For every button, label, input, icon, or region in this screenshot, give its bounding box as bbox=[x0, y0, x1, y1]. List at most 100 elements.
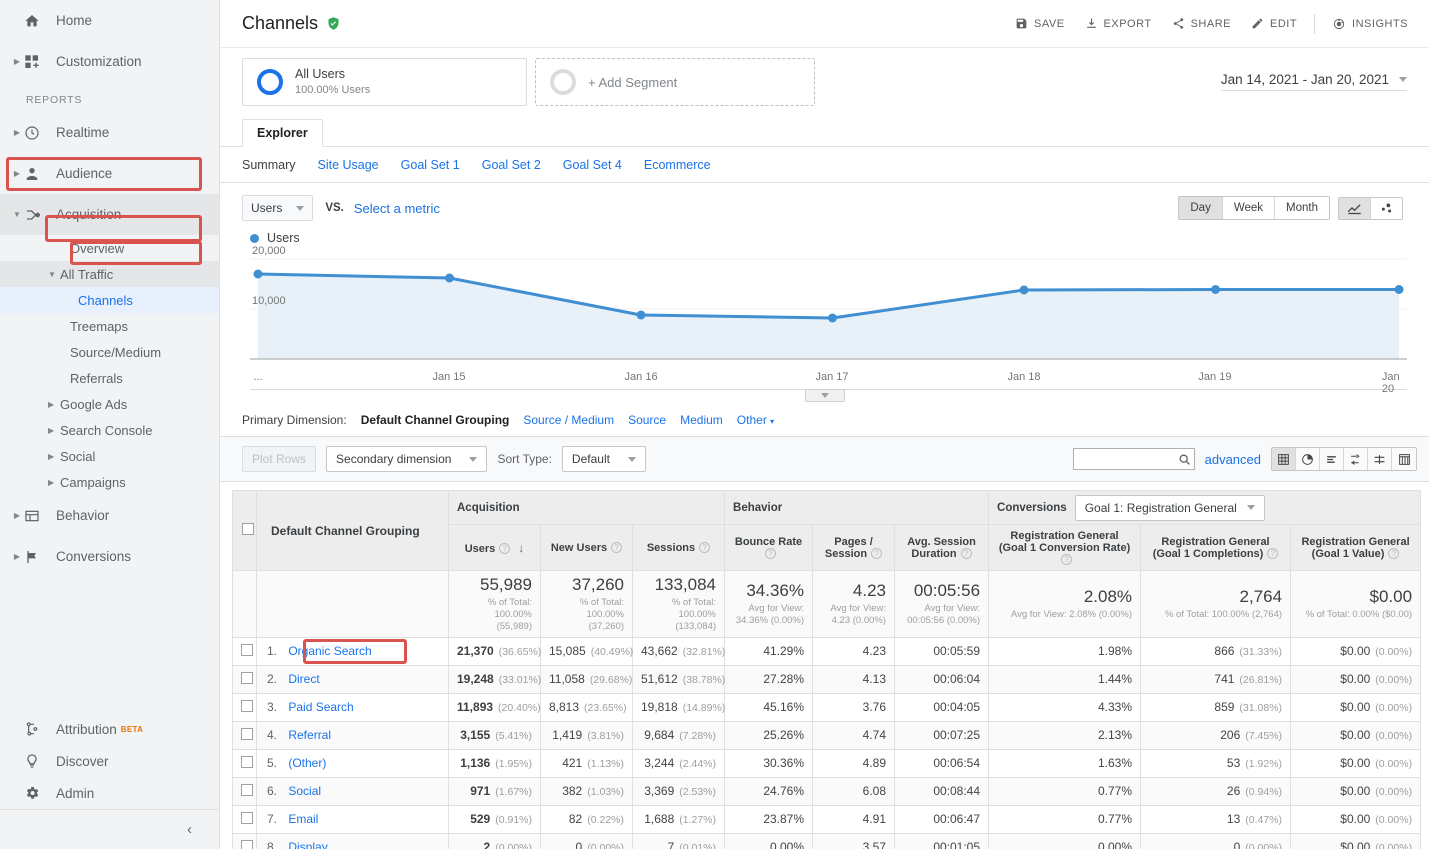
help-icon[interactable]: ? bbox=[611, 542, 623, 554]
row-checkbox[interactable] bbox=[241, 727, 253, 740]
table-row[interactable]: 4. Referral 3,155 (5.41%) 1,419 (3.81%) 9,… bbox=[232, 720, 1422, 750]
row-checkbox[interactable] bbox=[241, 643, 253, 656]
dimension-other[interactable]: Other ▾ bbox=[737, 413, 774, 427]
sidebar-item-conversions[interactable]: ▶ Conversions bbox=[0, 536, 219, 577]
channel-link-social[interactable]: Social bbox=[288, 784, 321, 798]
row-checkbox[interactable] bbox=[241, 839, 253, 849]
help-icon[interactable]: ? bbox=[765, 548, 777, 560]
add-segment-button[interactable]: + Add Segment bbox=[535, 58, 815, 106]
sidebar-item-attribution[interactable]: Attribution BETA bbox=[0, 713, 220, 745]
performance-view-icon[interactable] bbox=[1392, 448, 1416, 470]
help-icon[interactable]: ? bbox=[1061, 554, 1073, 566]
save-button[interactable]: SAVE bbox=[1006, 11, 1074, 36]
tab-site-usage[interactable]: Site Usage bbox=[317, 158, 378, 172]
help-icon[interactable]: ? bbox=[960, 548, 972, 560]
row-checkbox-cell[interactable] bbox=[232, 664, 257, 694]
table-row[interactable]: 1. Organic Search 21,370 (36.65%) 15,085(… bbox=[232, 636, 1422, 666]
sidebar-collapse-button[interactable]: ‹ bbox=[0, 809, 220, 849]
sidebar-item-audience[interactable]: ▶ Audience bbox=[0, 153, 219, 194]
advanced-link[interactable]: advanced bbox=[1205, 452, 1261, 467]
channel-link-direct[interactable]: Direct bbox=[288, 672, 319, 686]
share-button[interactable]: SHARE bbox=[1163, 11, 1240, 36]
sidebar-item-channels[interactable]: Channels bbox=[0, 287, 219, 313]
row-checkbox-cell[interactable] bbox=[232, 720, 257, 750]
search-input[interactable] bbox=[1072, 448, 1195, 470]
sidebar-item-social[interactable]: ▶ Social bbox=[0, 443, 219, 469]
pie-view-icon[interactable] bbox=[1296, 448, 1320, 470]
metric-select[interactable]: Users bbox=[242, 195, 314, 221]
help-icon[interactable]: ? bbox=[871, 548, 883, 560]
pivot-view-icon[interactable] bbox=[1368, 448, 1392, 470]
insights-button[interactable]: INSIGHTS bbox=[1323, 11, 1417, 37]
sort-desc-icon[interactable]: ↓ bbox=[518, 541, 524, 555]
sidebar-item-discover[interactable]: Discover bbox=[0, 745, 220, 777]
row-checkbox-cell[interactable] bbox=[232, 636, 257, 666]
row-checkbox[interactable] bbox=[241, 699, 253, 712]
comparison-view-icon[interactable] bbox=[1344, 448, 1368, 470]
table-view-icon[interactable] bbox=[1272, 448, 1296, 470]
dimension-header[interactable]: Default Channel Grouping bbox=[256, 490, 449, 571]
column-goal1-completions[interactable]: Registration General (Goal 1 Completions… bbox=[1140, 524, 1292, 571]
table-row[interactable]: 3. Paid Search 11,893 (20.40%) 8,813 (23.6… bbox=[232, 692, 1422, 722]
column-new-users[interactable]: New Users? bbox=[540, 524, 633, 571]
line-chart-icon[interactable] bbox=[1339, 197, 1371, 219]
row-checkbox-cell[interactable] bbox=[232, 832, 257, 849]
sidebar-item-realtime[interactable]: ▶ Realtime bbox=[0, 112, 219, 153]
plot-rows-button[interactable]: Plot Rows bbox=[242, 446, 317, 472]
conversions-goal-select[interactable]: Goal 1: Registration General bbox=[1074, 494, 1265, 521]
channel-link-display[interactable]: Display bbox=[288, 840, 327, 849]
search-icon[interactable] bbox=[1178, 453, 1191, 466]
sidebar-item-acquisition[interactable]: ▼ Acquisition bbox=[0, 194, 219, 235]
sidebar-item-treemaps[interactable]: Treemaps bbox=[0, 313, 219, 339]
granularity-week[interactable]: Week bbox=[1222, 197, 1276, 219]
tab-goal-set-2[interactable]: Goal Set 2 bbox=[482, 158, 541, 172]
tab-ecommerce[interactable]: Ecommerce bbox=[644, 158, 711, 172]
segment-all-users[interactable]: All Users 100.00% Users bbox=[242, 58, 527, 106]
sidebar-item-admin[interactable]: Admin bbox=[0, 777, 220, 809]
table-row[interactable]: 8. Display 2 (0.00%) 0 (0.00%) 7 (0.01%) 0.… bbox=[232, 832, 1422, 849]
column-users[interactable]: Users? ↓ bbox=[448, 524, 541, 571]
help-icon[interactable]: ? bbox=[1388, 548, 1400, 560]
column-bounce-rate[interactable]: Bounce Rate? bbox=[724, 524, 814, 571]
channel-link-referral[interactable]: Referral bbox=[288, 728, 331, 742]
sidebar-item-google-ads[interactable]: ▶ Google Ads bbox=[0, 391, 219, 417]
edit-button[interactable]: EDIT bbox=[1242, 11, 1306, 36]
column-goal1-value[interactable]: Registration General (Goal 1 Value)? bbox=[1290, 524, 1422, 571]
sidebar-item-search-console[interactable]: ▶ Search Console bbox=[0, 417, 219, 443]
sidebar-item-behavior[interactable]: ▶ Behavior bbox=[0, 495, 219, 536]
channel-link-other[interactable]: (Other) bbox=[288, 756, 326, 770]
row-checkbox[interactable] bbox=[241, 811, 253, 824]
column-sessions[interactable]: Sessions? bbox=[631, 524, 726, 571]
row-checkbox[interactable] bbox=[241, 671, 253, 684]
column-goal1-conversion-rate[interactable]: Registration General (Goal 1 Conversion … bbox=[988, 524, 1142, 571]
help-icon[interactable]: ? bbox=[1267, 548, 1279, 560]
dimension-source[interactable]: Source bbox=[628, 413, 666, 427]
help-icon[interactable]: ? bbox=[499, 543, 511, 555]
sidebar-item-overview[interactable]: Overview bbox=[0, 235, 219, 261]
tab-summary[interactable]: Summary bbox=[242, 158, 295, 172]
tab-goal-set-1[interactable]: Goal Set 1 bbox=[401, 158, 460, 172]
row-checkbox[interactable] bbox=[241, 783, 253, 796]
table-row[interactable]: 6. Social 971 (1.67%) 382 (1.03%) 3,369 (2.… bbox=[232, 776, 1422, 806]
tab-explorer[interactable]: Explorer bbox=[242, 119, 323, 147]
row-checkbox-cell[interactable] bbox=[232, 692, 257, 722]
sidebar-item-source-medium[interactable]: Source/Medium bbox=[0, 339, 219, 365]
granularity-month[interactable]: Month bbox=[1275, 197, 1329, 219]
date-range-picker[interactable]: Jan 14, 2021 - Jan 20, 2021 bbox=[1220, 58, 1417, 91]
select-all-checkbox[interactable] bbox=[242, 523, 254, 535]
select-a-metric-link[interactable]: Select a metric bbox=[354, 201, 440, 216]
motion-chart-icon[interactable] bbox=[1371, 197, 1402, 219]
row-checkbox-cell[interactable] bbox=[232, 804, 257, 834]
column-avg-session-duration[interactable]: Avg. Session Duration? bbox=[894, 524, 990, 571]
column-pages-session[interactable]: Pages / Session? bbox=[812, 524, 896, 571]
bar-view-icon[interactable] bbox=[1320, 448, 1344, 470]
sidebar-item-customization[interactable]: ▶ Customization bbox=[0, 41, 219, 82]
table-row[interactable]: 7. Email 529 (0.91%) 82 (0.22%) 1,688 (1.27… bbox=[232, 804, 1422, 834]
sidebar-item-home[interactable]: Home bbox=[0, 0, 219, 41]
sidebar-item-all-traffic[interactable]: ▼ All Traffic bbox=[0, 261, 219, 287]
granularity-day[interactable]: Day bbox=[1179, 197, 1223, 219]
row-checkbox-cell[interactable] bbox=[232, 776, 257, 806]
sidebar-item-campaigns[interactable]: ▶ Campaigns bbox=[0, 469, 219, 495]
help-icon[interactable]: ? bbox=[699, 542, 711, 554]
tab-goal-set-4[interactable]: Goal Set 4 bbox=[563, 158, 622, 172]
